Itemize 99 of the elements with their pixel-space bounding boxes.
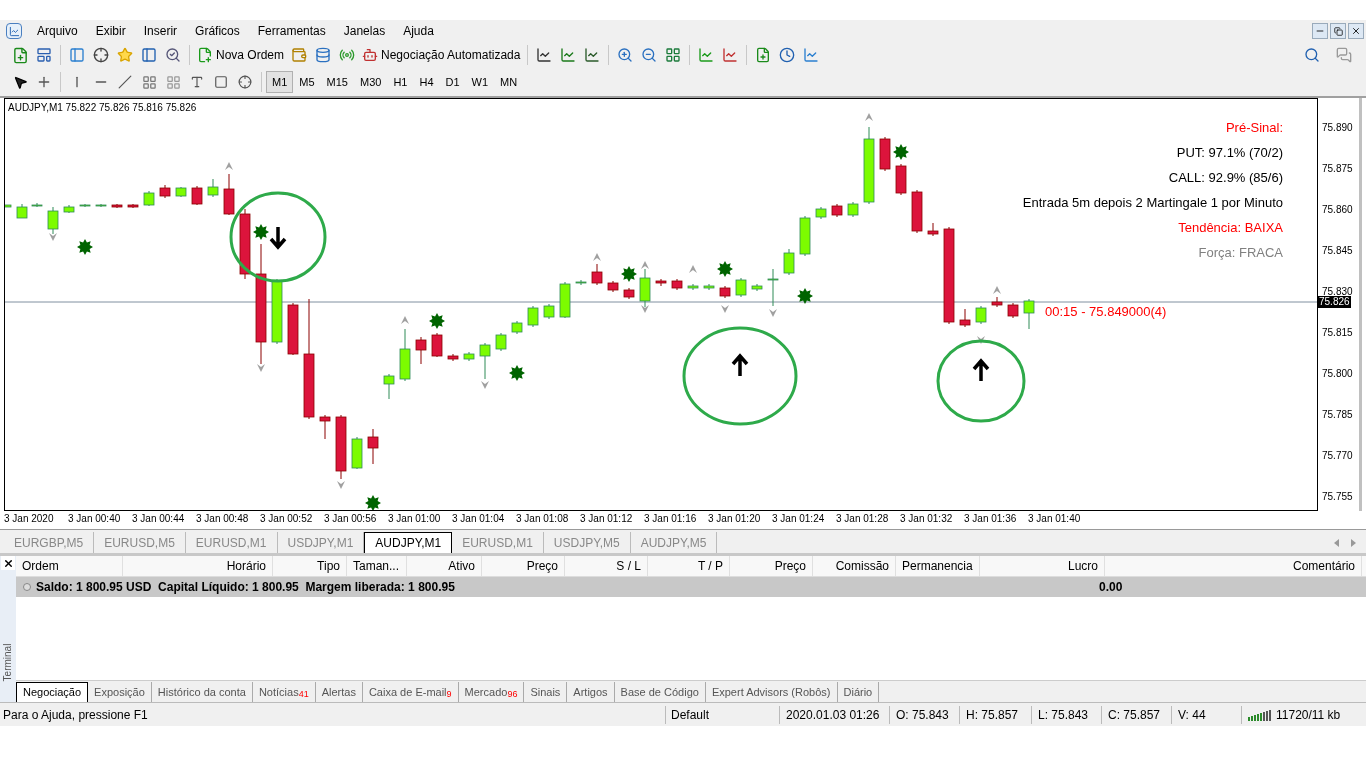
timeframe-button[interactable]: M30 [353, 71, 388, 93]
terminal-tab[interactable]: Negociação [16, 682, 89, 702]
price-label: 75.890 [1322, 122, 1353, 134]
signal-info-text: CALL: 92.9% (85/6) [1168, 169, 1283, 186]
column-header[interactable]: T / P [648, 556, 730, 576]
profile-text: Default [665, 705, 779, 724]
column-header[interactable]: Horário [123, 556, 273, 576]
time-label: 3 Jan 01:08 [516, 513, 569, 525]
menu-item[interactable]: Gráficos [186, 22, 249, 40]
chart-tab[interactable]: AUDJPY,M1 [364, 532, 453, 553]
column-header[interactable]: Ativo [407, 556, 482, 576]
restore-button[interactable] [1330, 23, 1346, 39]
menu-item[interactable]: Arquivo [28, 22, 87, 40]
time-label: 3 Jan 01:00 [388, 513, 441, 525]
signal-info-text: Entrada 5m depois 2 Martingale 1 por Minuto [1022, 194, 1283, 211]
time-label: 3 Jan 01:12 [580, 513, 633, 525]
column-header[interactable]: Permanencia [896, 556, 980, 576]
restore-icon [1333, 26, 1343, 36]
high-price-text: H: 75.857 [959, 705, 1031, 724]
timeframe-button[interactable]: M15 [320, 71, 354, 93]
count-label: 96 [507, 689, 518, 702]
column-header[interactable]: Preço [482, 556, 565, 576]
price-label: 75.800 [1322, 368, 1353, 380]
scroll-left-icon[interactable] [1334, 539, 1339, 547]
menu-item[interactable]: Exibir [86, 22, 135, 40]
close-button[interactable] [1348, 23, 1364, 39]
price-label: 75.770 [1322, 450, 1353, 462]
column-header[interactable]: Preço [730, 556, 813, 576]
timeframe-button[interactable]: W1 [465, 71, 495, 93]
robot-icon [362, 47, 379, 63]
menu-item[interactable]: Inserir [134, 22, 187, 40]
signal-info-text: PUT: 97.1% (70/2) [1176, 144, 1283, 161]
price-label: 75.875 [1322, 163, 1353, 175]
column-header[interactable]: Lucro [980, 556, 1105, 576]
price-label: 75.845 [1322, 245, 1353, 257]
price-label: 75.815 [1322, 327, 1353, 339]
scroll-right-icon[interactable] [1351, 539, 1356, 547]
timeframe-button[interactable]: M1 [266, 71, 294, 93]
low-price-text: L: 75.843 [1031, 705, 1101, 724]
volume-text: V: 44 [1171, 705, 1241, 724]
time-label: 3 Jan 01:40 [1028, 513, 1081, 525]
up-arrow-icon [972, 358, 990, 383]
time-label: 3 Jan 00:44 [132, 513, 185, 525]
column-header[interactable]: Tipo [273, 556, 347, 576]
column-header[interactable]: Taman... [347, 556, 407, 576]
close-price-text: C: 75.857 [1101, 705, 1171, 724]
column-header[interactable]: Ordem [16, 556, 123, 576]
timeframe-button[interactable]: H1 [387, 71, 414, 93]
help-text: Para o Ajuda, pressione F1 [2, 706, 149, 724]
time-label: 3 Jan 00:40 [68, 513, 121, 525]
timeframe-button[interactable]: M5 [293, 71, 321, 93]
signal-info-text: Força: FRACA [1198, 244, 1283, 261]
auto-trading-button[interactable]: Negociação Automatizada [359, 46, 524, 64]
chart-title: AUDJPY,M1 75.822 75.826 75.816 75.826 [8, 101, 197, 115]
time-label: 3 Jan 2020 [4, 513, 54, 525]
count-label: 9 [446, 689, 452, 702]
column-header[interactable]: S / L [565, 556, 648, 576]
balance-summary: Saldo: 1 800.95 USD Capital Líquido: 1 800.95 Margem liberada: 1 800.95 [36, 579, 456, 596]
column-header[interactable]: Comissão [813, 556, 896, 576]
price-label: 75.830 [1322, 286, 1353, 297]
price-label: 75.755 [1322, 491, 1353, 503]
timeframe-button[interactable]: MN [494, 71, 524, 93]
up-arrow-icon [731, 353, 749, 378]
time-label: 3 Jan 00:48 [196, 513, 249, 525]
price-label: 75.785 [1322, 409, 1353, 421]
signal-info-text: Pré-Sinal: [1225, 119, 1283, 136]
time-label: 3 Jan 01:24 [772, 513, 825, 525]
bar-time-text: 2020.01.03 01:26 [779, 705, 889, 724]
price-label: 75.860 [1322, 204, 1353, 216]
time-label: 3 Jan 00:56 [324, 513, 377, 525]
menu-item[interactable]: Janelas [334, 22, 395, 40]
count-label: 41 [298, 689, 309, 702]
down-arrow-icon [269, 225, 287, 250]
column-header[interactable]: Comentário [1105, 556, 1362, 576]
time-label: 3 Jan 01:36 [964, 513, 1017, 525]
time-label: 3 Jan 01:04 [452, 513, 505, 525]
app-icon[interactable] [6, 23, 22, 39]
menu-item[interactable]: Ajuda [394, 22, 443, 40]
signal-info-text: Tendência: BAIXA [1178, 219, 1283, 236]
timeframe-button[interactable]: H4 [413, 71, 440, 93]
open-price-text: O: 75.843 [889, 705, 959, 724]
traffic-text: 11720/11 kb [1276, 706, 1341, 724]
close-icon [1351, 26, 1361, 36]
timeframe-button[interactable]: D1 [439, 71, 466, 93]
new-order-icon [197, 47, 213, 63]
countdown-text: 00:15 - 75.849000(4) [1045, 303, 1167, 321]
current-price-label: 75.826 [1318, 296, 1351, 308]
new-order-button[interactable]: Nova Ordem [194, 46, 288, 64]
time-label: 3 Jan 01:28 [836, 513, 889, 525]
connection-bars-icon [1248, 708, 1272, 721]
time-label: 3 Jan 01:32 [900, 513, 953, 525]
time-label: 3 Jan 01:16 [644, 513, 697, 525]
minimize-button[interactable] [1312, 23, 1328, 39]
terminal-label: Terminal [1, 643, 15, 682]
profit-value: 0.00 [1099, 579, 1123, 596]
time-label: 3 Jan 01:20 [708, 513, 761, 525]
menu-item[interactable]: Ferramentas [248, 22, 335, 40]
close-icon[interactable] [1, 556, 15, 570]
time-label: 3 Jan 00:52 [260, 513, 313, 525]
